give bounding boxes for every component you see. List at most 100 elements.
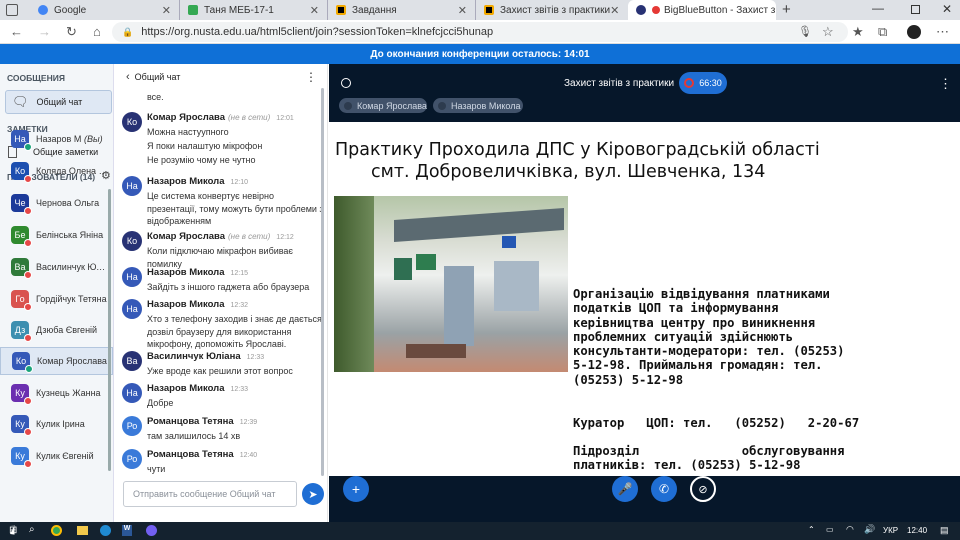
camera-off-button[interactable]: ⊘ bbox=[690, 476, 716, 502]
chat-header: ‹ Общий чат ⋮ bbox=[114, 64, 327, 90]
collections-icon[interactable]: ⧉ bbox=[878, 24, 887, 40]
user-list-item[interactable]: Ку Кулик Ірина bbox=[0, 410, 113, 438]
slide-heading-line2: смт. Добровеличківка, вул. Шевченка, 134 bbox=[371, 162, 766, 182]
word-taskbar-icon[interactable]: W bbox=[122, 525, 132, 536]
user-list-item[interactable]: Ку Кулик Євгеній bbox=[0, 442, 113, 470]
chat-options-icon[interactable]: ⋮ bbox=[305, 70, 317, 84]
forward-icon[interactable]: → bbox=[38, 24, 51, 40]
chat-sender-name: Комар Ярослава bbox=[147, 112, 226, 123]
chat-sender-name: Романцова Тетяна bbox=[147, 449, 234, 460]
user-status-dot-icon bbox=[25, 365, 33, 373]
user-avatar: Бе bbox=[11, 226, 32, 247]
browser-tab-strip: Google ✕ Таня МЕБ-17-1 ✕ Завдання ✕ Захист … bbox=[0, 0, 960, 20]
chat-sender-name: Назаров Микола bbox=[147, 383, 225, 394]
tab-assignments[interactable]: Завдання ✕ bbox=[328, 0, 476, 20]
phone-audio-button[interactable]: ✆ bbox=[651, 476, 677, 502]
user-menu-icon[interactable] bbox=[341, 78, 351, 88]
profile-avatar[interactable] bbox=[907, 25, 921, 39]
slide-division-text: Підрозділ обслуговування платників: тел.… bbox=[573, 444, 852, 473]
tab-reports[interactable]: Захист звітів з практики ✕ bbox=[476, 0, 626, 20]
user-list-item[interactable]: Бе Белінська Яніна bbox=[0, 221, 113, 249]
clock[interactable]: 12:40 bbox=[907, 526, 927, 535]
chat-message-text: Це система конвертує невірно презентації… bbox=[147, 191, 324, 226]
plus-icon: + bbox=[351, 481, 361, 497]
user-list-item[interactable]: Ко Комар Ярослава bbox=[0, 347, 113, 375]
tab-google[interactable]: Google ✕ bbox=[30, 0, 180, 20]
notifications-icon[interactable]: ▤ bbox=[940, 525, 949, 536]
close-tab-icon[interactable]: ✕ bbox=[610, 4, 619, 17]
actions-plus-button[interactable]: + bbox=[343, 476, 369, 502]
partial-message-text: все. bbox=[147, 92, 164, 102]
windows-taskbar: ⊞ ⌕ W ⌃ ▭ ◠ 🔊 УКР 12:40 ▤ bbox=[0, 522, 960, 540]
user-list-item[interactable]: Дз Дзюба Євгеній bbox=[0, 316, 113, 344]
bookmark-star-icon[interactable]: ☆ bbox=[822, 24, 834, 40]
user-list-item[interactable]: Ку Кузнець Жанна bbox=[0, 379, 113, 407]
user-list-item[interactable]: На Назаров Мик... (Вы) bbox=[0, 125, 113, 153]
minimize-icon[interactable]: — bbox=[872, 1, 884, 15]
taskbar-search-icon[interactable]: ⌕ bbox=[29, 524, 35, 535]
chat-sender-name: Комар Ярослава bbox=[147, 231, 226, 242]
close-tab-icon[interactable]: ✕ bbox=[162, 4, 171, 17]
chat-avatar: Ро bbox=[122, 416, 142, 436]
user-name: Гордійчук Тетяна bbox=[36, 294, 107, 304]
chat-sender: Назаров Микола 12:32 bbox=[147, 299, 248, 310]
microphone-icon: 🎤 bbox=[617, 482, 633, 496]
viber-taskbar-icon[interactable] bbox=[146, 525, 157, 536]
close-window-icon[interactable]: ✕ bbox=[942, 2, 952, 16]
close-tab-icon[interactable]: ✕ bbox=[310, 4, 319, 17]
lock-icon: 🔒 bbox=[122, 26, 134, 37]
chrome-taskbar-icon[interactable] bbox=[51, 525, 62, 536]
talker-dot-icon bbox=[438, 101, 446, 110]
user-name: Чернова Ольга bbox=[36, 198, 100, 208]
tab-bigbluebutton[interactable]: BigBlueButton - Захист зві...✕ bbox=[628, 0, 776, 20]
reload-icon[interactable]: ↻ bbox=[66, 24, 77, 40]
back-icon[interactable]: ← bbox=[10, 24, 23, 40]
tab-sheet[interactable]: Таня МЕБ-17-1 ✕ bbox=[180, 0, 328, 20]
edge-taskbar-icon[interactable] bbox=[100, 525, 111, 536]
user-list-item[interactable]: Го Гордійчук Тетяна bbox=[0, 285, 113, 313]
meeting-title: Захист звітів з практики bbox=[564, 78, 675, 89]
home-icon[interactable]: ⌂ bbox=[93, 24, 101, 40]
users-scrollbar[interactable] bbox=[108, 189, 111, 471]
microphone-site-icon[interactable]: 🎙 bbox=[798, 24, 812, 40]
chat-message-input[interactable]: Отправить сообщение Общий чат bbox=[123, 481, 297, 507]
favorites-icon[interactable]: ★ bbox=[852, 24, 864, 40]
record-dot-icon bbox=[684, 78, 695, 88]
chat-sender-name: Романцова Тетяна bbox=[147, 416, 234, 427]
url-bar[interactable]: 🔒 https://org.nusta.edu.ua/html5client/j… bbox=[112, 22, 848, 42]
chat-timestamp: 12:01 bbox=[276, 115, 294, 122]
chat-avatar: Ва bbox=[122, 351, 142, 371]
user-list-item[interactable]: Ва Василинчук Юліа... bbox=[0, 253, 113, 281]
recording-timer[interactable]: 66:30 bbox=[679, 72, 727, 94]
talker-name: Назаров Микола bbox=[451, 100, 521, 111]
chat-sender: Комар Ярослава (не в сети) 12:01 bbox=[147, 112, 294, 123]
microphone-button[interactable]: 🎤 bbox=[612, 476, 638, 502]
chat-timestamp: 12:39 bbox=[239, 419, 258, 426]
user-list-item[interactable]: Че Чернова Ольга bbox=[0, 189, 113, 217]
options-menu-icon[interactable]: ⋮ bbox=[939, 76, 952, 92]
send-message-button[interactable]: ➤ bbox=[302, 483, 324, 505]
camera-off-icon: ⊘ bbox=[698, 483, 708, 496]
network-icon[interactable]: ▭ bbox=[826, 525, 834, 534]
volume-icon[interactable]: 🔊 bbox=[864, 524, 875, 535]
tab-actions-icon[interactable] bbox=[6, 4, 18, 16]
language-indicator[interactable]: УКР bbox=[883, 526, 898, 535]
talker-dot-icon bbox=[344, 101, 352, 110]
chat-avatar: Ко bbox=[122, 112, 142, 132]
explorer-taskbar-icon[interactable] bbox=[77, 526, 88, 535]
talker-chip-1: Комар Ярослава bbox=[339, 98, 427, 113]
wifi-icon[interactable]: ◠ bbox=[846, 524, 854, 535]
user-status-dot-icon bbox=[24, 239, 32, 247]
tab-label: Захист звітів з практики bbox=[500, 4, 611, 16]
close-tab-icon[interactable]: ✕ bbox=[458, 4, 467, 17]
chat-scrollbar[interactable] bbox=[321, 88, 324, 476]
hide-chat-chevron-icon[interactable]: ‹ bbox=[126, 71, 130, 83]
browser-menu-icon[interactable]: ⋯ bbox=[936, 24, 949, 40]
new-tab-icon[interactable]: + bbox=[782, 1, 791, 18]
windows-logo-icon[interactable]: ⊞ bbox=[9, 525, 17, 536]
public-chat-item[interactable]: 🗨 Общий чат bbox=[5, 90, 112, 114]
maximize-icon[interactable] bbox=[911, 5, 920, 14]
chat-avatar: На bbox=[122, 176, 142, 196]
user-list-item[interactable]: Ко Коляда Олена Во... bbox=[0, 157, 113, 185]
tray-chevron-icon[interactable]: ⌃ bbox=[808, 525, 815, 534]
